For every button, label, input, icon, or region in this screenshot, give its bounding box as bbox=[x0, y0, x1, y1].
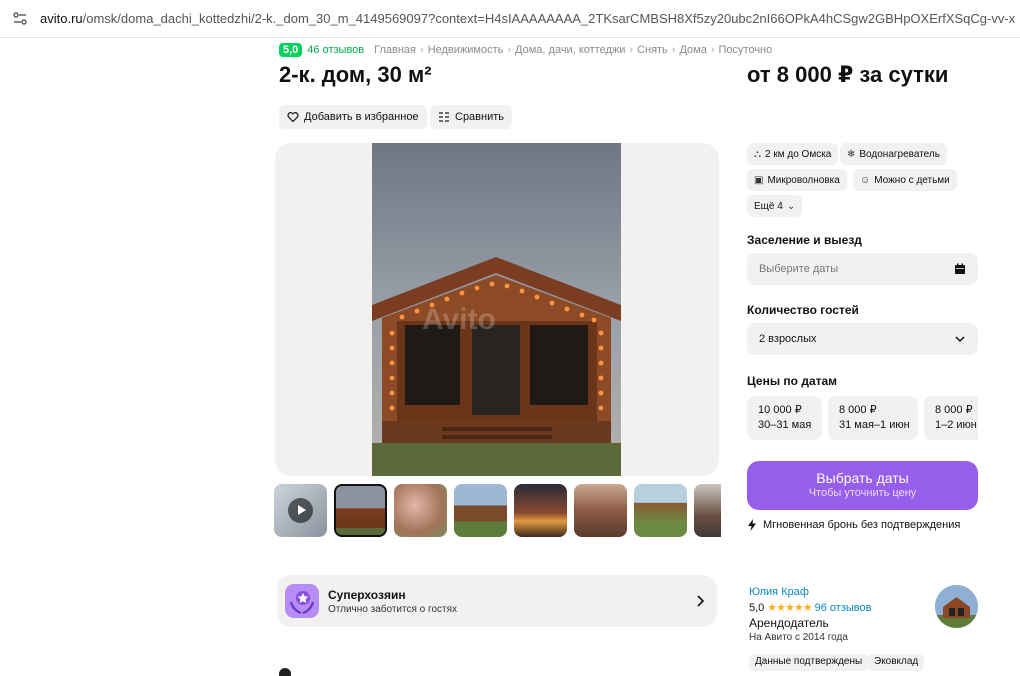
breadcrumb-separator: › bbox=[420, 44, 424, 56]
price-card-price: 8 000 ₽ bbox=[839, 404, 877, 416]
compare-button[interactable]: Сравнить bbox=[430, 105, 513, 129]
prices-by-date-label: Цены по датам bbox=[747, 374, 838, 388]
dates-field[interactable]: Выберите даты bbox=[747, 253, 978, 285]
child-icon: ☺ bbox=[860, 174, 871, 186]
seller-rating-value: 5,0 bbox=[749, 601, 765, 614]
url-field[interactable]: avito.ru/omsk/doma_dachi_kottedzhi/2-k._… bbox=[40, 11, 1015, 26]
feature-chip-distance: ⛬ 2 км до Омска bbox=[747, 143, 839, 165]
instant-booking-label: Мгновенная бронь без подтверждения bbox=[763, 519, 961, 531]
heart-icon bbox=[287, 112, 299, 123]
superhost-title: Суперхозяин bbox=[328, 588, 406, 602]
site-info-icon[interactable] bbox=[12, 11, 28, 27]
thumbnail-yard[interactable] bbox=[454, 484, 507, 537]
compare-icon bbox=[439, 112, 449, 122]
breadcrumb-separator: › bbox=[671, 44, 676, 56]
select-dates-sublabel: Чтобы уточнить цену bbox=[808, 487, 917, 499]
photo-gallery[interactable]: Avito bbox=[275, 143, 719, 476]
guests-label: Количество гостей bbox=[747, 303, 859, 317]
feature-chip-kids: ☺ Можно с детьми bbox=[853, 169, 957, 191]
select-dates-button[interactable]: Выбрать даты Чтобы уточнить цену bbox=[747, 461, 978, 510]
superhost-card[interactable]: Суперхозяин Отлично заботится о гостях bbox=[277, 575, 717, 627]
guests-select[interactable]: 2 взрослых bbox=[747, 323, 978, 355]
compare-label: Сравнить bbox=[455, 111, 505, 123]
show-more-features-button[interactable]: Ещё 4 ⌄ bbox=[747, 195, 803, 217]
breadcrumb-item-home[interactable]: Главная bbox=[374, 44, 416, 56]
breadcrumb: 5,0 46 отзывов Главная › Недвижимость › … bbox=[279, 43, 772, 57]
thumbnail-house-front[interactable] bbox=[334, 484, 387, 537]
thumbnail-interior[interactable] bbox=[694, 484, 721, 537]
thumbnail-garden[interactable] bbox=[634, 484, 687, 537]
price-cards-row: 10 000 ₽ 30–31 мая 8 000 ₽ 31 мая–1 июн … bbox=[747, 396, 978, 440]
seller-since: На Авито с 2014 года bbox=[749, 632, 848, 643]
snowflake-icon: ❄ bbox=[847, 148, 856, 160]
main-photo[interactable]: Avito bbox=[372, 143, 621, 476]
breadcrumb-separator: › bbox=[629, 44, 634, 56]
seller-reviews-link[interactable]: 96 отзывов bbox=[815, 602, 872, 614]
price-card-price: 10 000 ₽ bbox=[758, 404, 802, 416]
thumbnail-sunset[interactable] bbox=[514, 484, 567, 537]
breadcrumb-separator: › bbox=[507, 44, 512, 56]
breadcrumb-item-houses-dachas[interactable]: Дома, дачи, коттеджи bbox=[515, 44, 625, 56]
select-dates-label: Выбрать даты bbox=[816, 470, 909, 486]
guests-value: 2 взрослых bbox=[759, 333, 817, 345]
chevron-right-icon bbox=[697, 595, 705, 607]
rating-badge: 5,0 bbox=[279, 43, 303, 57]
calendar-icon bbox=[955, 263, 965, 274]
feature-chip-microwave: ▣ Микроволновка bbox=[747, 169, 847, 191]
listing-title: 2-к. дом, 30 м² bbox=[279, 62, 432, 87]
avatar[interactable] bbox=[935, 585, 978, 628]
play-icon bbox=[288, 498, 313, 523]
listing-price: от 8 000 ₽ за сутки bbox=[747, 62, 949, 87]
house-photo-image bbox=[372, 143, 621, 476]
breadcrumb-item-houses[interactable]: Дома bbox=[679, 44, 706, 56]
verified-tag: Данные подтверждены bbox=[749, 654, 869, 671]
show-more-label: Ещё 4 bbox=[754, 200, 783, 212]
feature-label: 2 км до Омска bbox=[765, 148, 832, 160]
thumbnail-food[interactable] bbox=[394, 484, 447, 537]
add-to-favorites-label: Добавить в избранное bbox=[304, 111, 419, 123]
superhost-badge-icon bbox=[285, 584, 319, 618]
breadcrumb-item-daily[interactable]: Посуточно bbox=[719, 44, 773, 56]
price-card-dates: 30–31 мая bbox=[758, 419, 812, 431]
superhost-subtitle: Отлично заботится о гостях bbox=[328, 604, 457, 615]
add-to-favorites-button[interactable]: Добавить в избранное bbox=[279, 105, 427, 129]
breadcrumb-item-rent[interactable]: Снять bbox=[637, 44, 668, 56]
price-card[interactable]: 8 000 ₽ 1–2 июн bbox=[924, 396, 978, 440]
microwave-icon: ▣ bbox=[754, 174, 764, 186]
breadcrumb-item-real-estate[interactable]: Недвижимость bbox=[428, 44, 504, 56]
reviews-link[interactable]: 46 отзывов bbox=[307, 44, 364, 56]
seller-avatar-image bbox=[935, 585, 978, 628]
eco-deposit-tag: Эковклад bbox=[868, 654, 925, 671]
dates-placeholder: Выберите даты bbox=[759, 263, 839, 275]
star-rating-icon: ★★★★★ bbox=[767, 602, 812, 614]
video-thumbnail[interactable] bbox=[274, 484, 327, 537]
thumbnail-strip bbox=[274, 484, 721, 537]
feature-label: Микроволновка bbox=[767, 174, 840, 186]
avito-watermark: Avito bbox=[422, 303, 496, 336]
dates-label: Заселение и выезд bbox=[747, 233, 862, 247]
browser-address-bar: avito.ru/omsk/doma_dachi_kottedzhi/2-k._… bbox=[0, 0, 1020, 38]
seller-role: Арендодатель bbox=[749, 616, 829, 630]
lightning-icon bbox=[748, 519, 756, 531]
feature-label: Можно с детьми bbox=[874, 174, 950, 186]
distance-icon: ⛬ bbox=[754, 148, 761, 160]
seller-rating: 5,0 ★★★★★ 96 отзывов bbox=[749, 601, 872, 615]
seller-name-link[interactable]: Юлия Краф bbox=[749, 586, 809, 598]
price-card-dates: 1–2 июн bbox=[935, 419, 977, 431]
thumbnail-people[interactable] bbox=[574, 484, 627, 537]
price-card-price: 8 000 ₽ bbox=[935, 404, 973, 416]
price-card-dates: 31 мая–1 июн bbox=[839, 419, 910, 431]
breadcrumb-separator: › bbox=[710, 44, 715, 56]
chevron-down-icon: ⌄ bbox=[786, 200, 796, 212]
instant-booking-note: Мгновенная бронь без подтверждения bbox=[747, 519, 960, 531]
feature-label: Водонагреватель bbox=[859, 148, 940, 160]
chevron-down-icon bbox=[955, 336, 965, 343]
feature-chip-water-heater: ❄ Водонагреватель bbox=[840, 143, 947, 165]
price-card[interactable]: 8 000 ₽ 31 мая–1 июн bbox=[828, 396, 918, 440]
price-card[interactable]: 10 000 ₽ 30–31 мая bbox=[747, 396, 822, 440]
section-heading-cutoff bbox=[279, 668, 291, 676]
